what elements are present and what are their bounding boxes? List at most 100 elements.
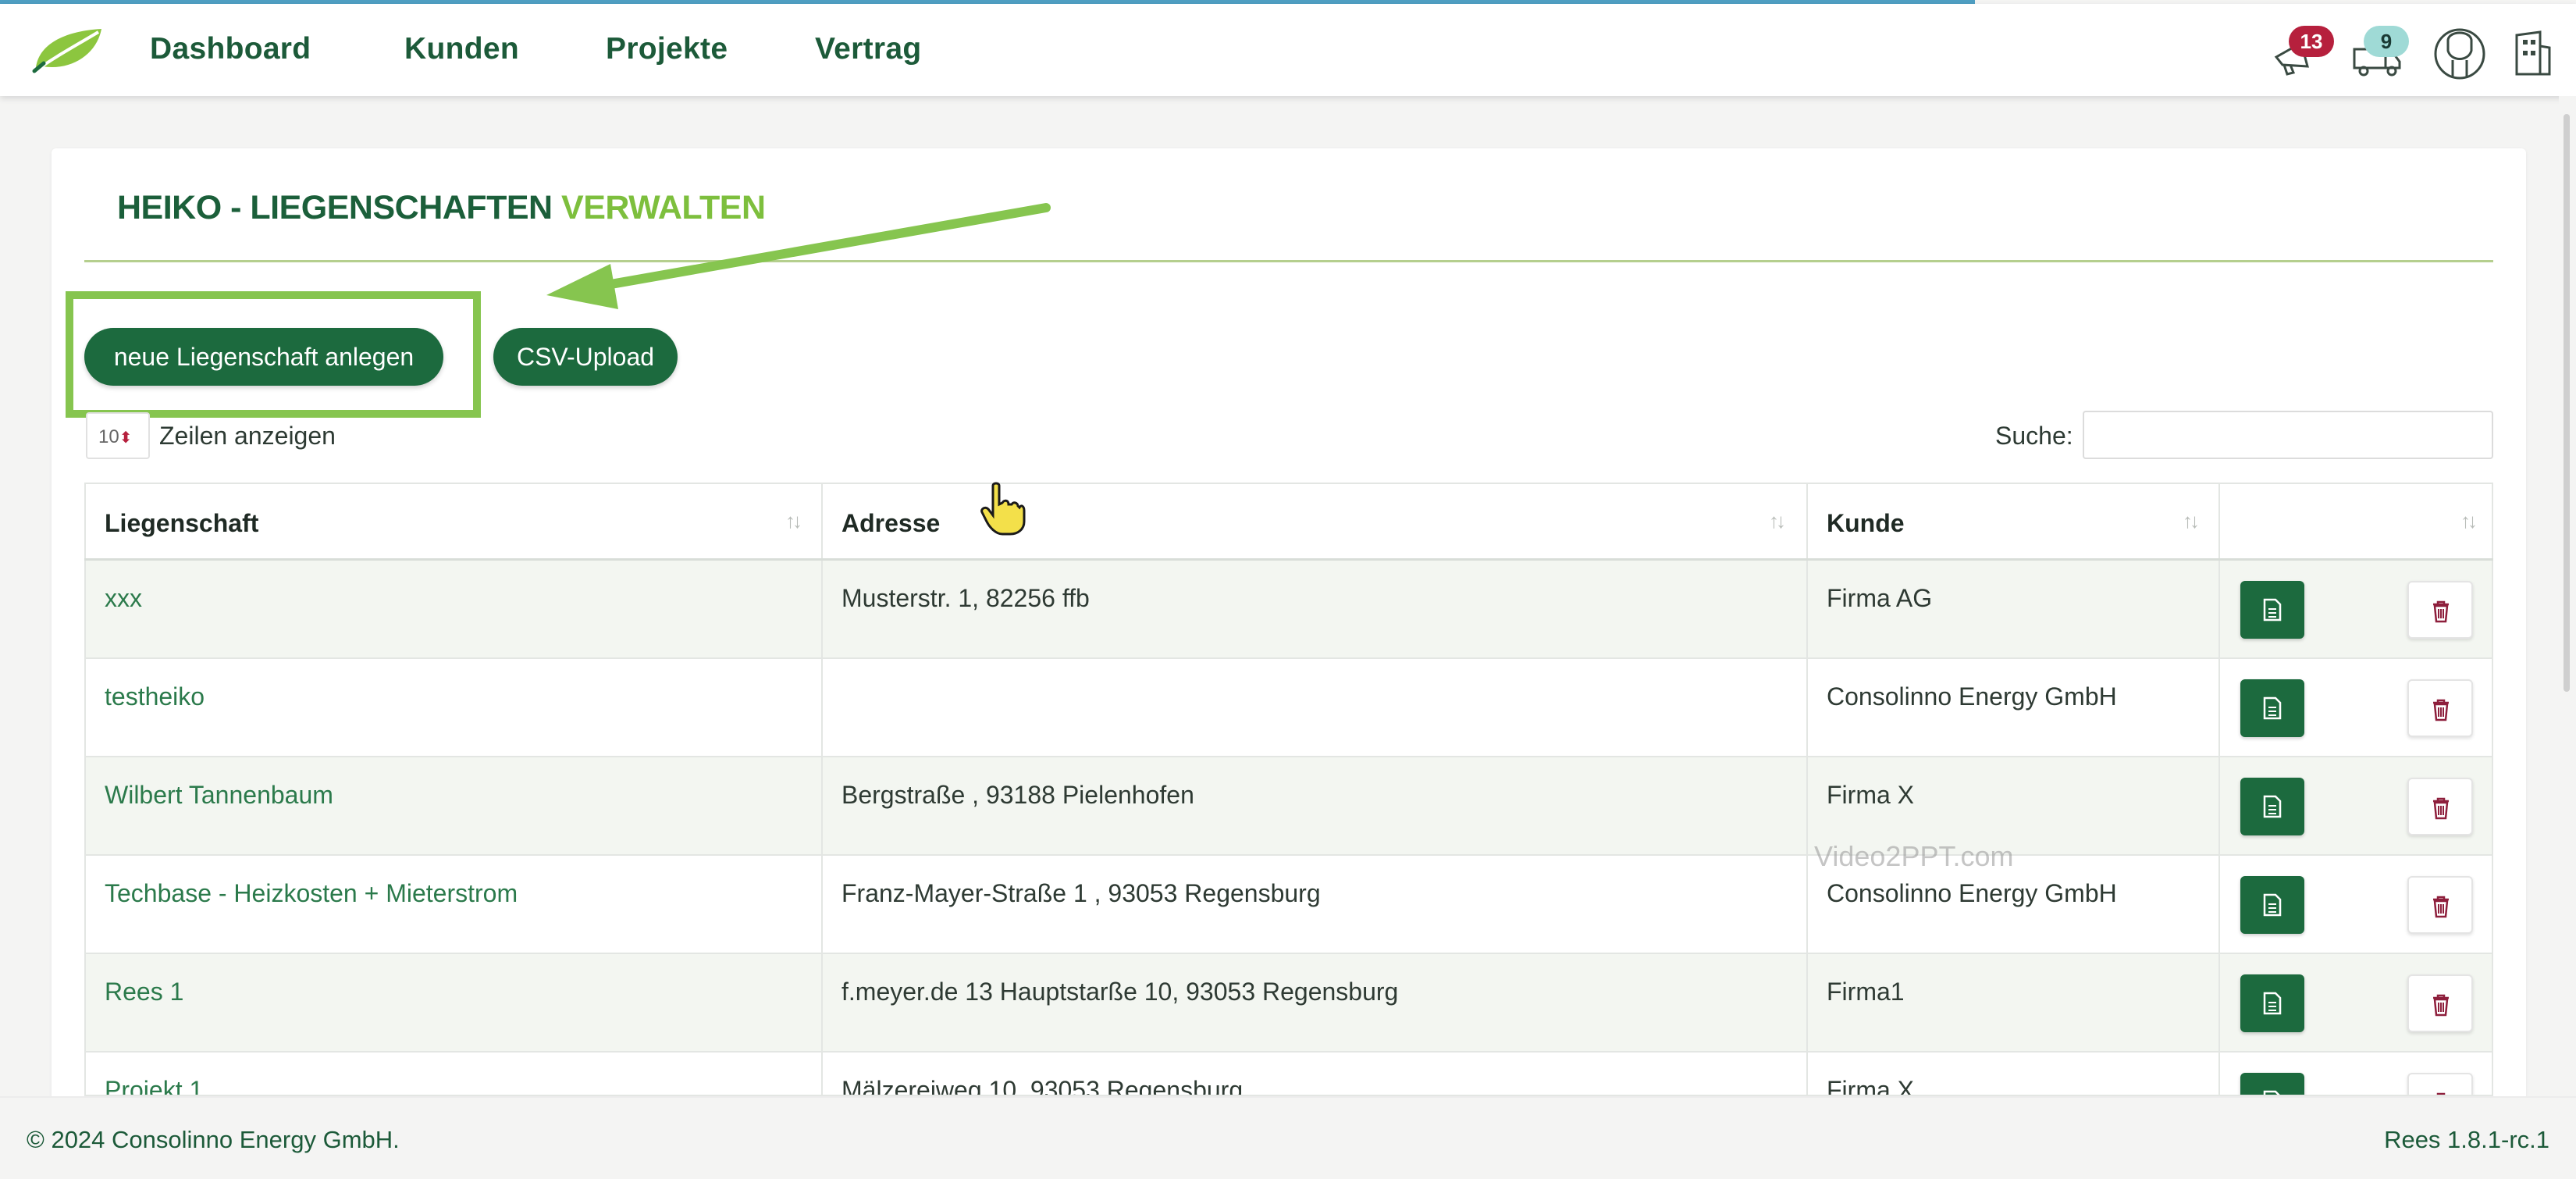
property-link[interactable]: Techbase - Heizkosten + Mieterstrom [105,879,518,908]
property-link[interactable]: Rees 1 [105,978,183,1006]
column-header-label: Adresse [841,509,941,537]
scrollbar-thumb[interactable] [2564,114,2570,692]
user-profile-button[interactable] [2432,26,2487,80]
cell-text: f.meyer.de 13 Hauptstarße 10, 93053 Rege… [841,978,1399,1006]
document-icon [2263,992,2282,1015]
cell-kunde: Firma X [1806,1053,2218,1095]
cell-adresse [821,659,1806,756]
column-header-kunde[interactable]: Kunde ↑↓ [1806,484,2218,558]
cell-liegenschaft: Wilbert Tannenbaum [84,757,821,854]
tasks-badge: 9 [2364,26,2409,57]
watermark: Video2PPT.com [1814,840,2014,872]
cell-text: Bergstraße , 93188 Pielenhofen [841,781,1194,809]
title-divider [84,260,2493,262]
cell-adresse: Mälzereiweg 10, 93053 Regensburg [821,1053,1806,1095]
copyright-text: © 2024 Consolinno Energy GmbH. [27,1126,400,1153]
property-link[interactable]: Projekt 1 [105,1076,203,1095]
trash-icon [2433,600,2449,623]
page-title-main: HEIKO - LIEGENSCHAFTEN [117,189,553,226]
column-header-adresse[interactable]: Adresse ↑↓ [821,484,1806,558]
trash-icon [2433,699,2449,721]
cell-liegenschaft: Techbase - Heizkosten + Mieterstrom [84,856,821,953]
cell-text: Consolinno Energy GmbH [1827,879,2117,907]
edit-property-button[interactable] [2240,581,2304,639]
cell-text: Firma X [1827,1076,1914,1096]
consolinno-leaf-logo[interactable] [31,26,105,74]
building-icon [2515,30,2551,76]
cell-adresse: Bergstraße , 93188 Pielenhofen [821,757,1806,854]
table-row: Projekt 1 Mälzereiweg 10, 93053 Regensbur… [84,1053,2493,1096]
property-link[interactable]: xxx [105,584,142,613]
cell-adresse: Musterstr. 1, 82256 ffb [821,561,1806,657]
page-title-accent: VERWALTEN [561,189,766,226]
delete-property-button[interactable] [2407,876,2473,934]
property-link[interactable]: testheiko [105,682,205,711]
delete-property-button[interactable] [2407,778,2473,835]
cell-kunde: Consolinno Energy GmbH [1806,659,2218,756]
sort-icon: ↑↓ [2460,509,2478,533]
nav-vertrag[interactable]: Vertrag [815,32,922,66]
column-header-label: Liegenschaft [105,509,259,537]
trash-icon [2433,896,2449,918]
document-icon [2263,1090,2280,1095]
column-header-actions[interactable]: ↑↓ [2218,484,2493,558]
cell-kunde: Firma1 [1806,954,2218,1051]
nav-dashboard[interactable]: Dashboard [150,32,311,66]
delete-property-button[interactable] [2407,679,2473,737]
sort-icon: ↑↓ [2183,509,2200,533]
nav-projekte[interactable]: Projekte [606,32,728,66]
cell-adresse: f.meyer.de 13 Hauptstarße 10, 93053 Rege… [821,954,1806,1051]
document-icon [2263,893,2282,917]
cell-adresse: Franz-Mayer-Straße 1 , 93053 Regensburg [821,856,1806,953]
trash-icon [2433,797,2449,820]
table-row: Wilbert Tannenbaum Bergstraße , 93188 Pie… [84,757,2493,856]
edit-property-button[interactable] [2240,1073,2304,1095]
edit-property-button[interactable] [2240,974,2304,1032]
version-text: Rees 1.8.1-rc.1 [2384,1126,2549,1153]
document-icon [2263,696,2282,720]
column-header-liegenschaft[interactable]: Liegenschaft ↑↓ [84,484,821,558]
delete-property-button[interactable] [2407,974,2473,1032]
tasks-button[interactable]: 9 [2350,26,2409,80]
delete-property-button[interactable] [2407,1073,2473,1095]
footer: © 2024 Consolinno Energy GmbH. Rees 1.8.… [0,1096,2576,1179]
notifications-badge: 13 [2289,26,2334,57]
search-input[interactable] [2083,411,2493,459]
sort-icon: ↑↓ [1769,509,1786,533]
edit-property-button[interactable] [2240,876,2304,934]
cell-text: Firma X [1827,781,1914,809]
delete-property-button[interactable] [2407,581,2473,639]
page-length-label: Zeilen anzeigen [159,422,336,450]
cell-text: Firma AG [1827,584,1933,612]
csv-upload-button[interactable]: CSV-Upload [493,328,678,386]
new-property-button[interactable]: neue Liegenschaft anlegen [84,328,443,386]
cell-kunde: Firma AG [1806,561,2218,657]
cell-liegenschaft: Projekt 1 [84,1053,821,1095]
nav-kunden[interactable]: Kunden [404,32,519,66]
sort-icon: ↑↓ [785,509,802,533]
table-row: xxx Musterstr. 1, 82256 ffb Firma AG [84,561,2493,659]
cell-text: Consolinno Energy GmbH [1827,682,2117,711]
table-row: testheiko Consolinno Energy GmbH [84,659,2493,757]
page-length-value: 10 [98,426,119,447]
page-title: HEIKO - LIEGENSCHAFTEN VERWALTEN [117,189,766,227]
cell-liegenschaft: testheiko [84,659,821,756]
edit-property-button[interactable] [2240,778,2304,835]
building-menu-button[interactable] [2509,26,2564,80]
column-header-label: Kunde [1827,509,1905,537]
property-link[interactable]: Wilbert Tannenbaum [105,781,333,810]
user-avatar-icon [2434,28,2485,80]
cell-text: Mälzereiweg 10, 93053 Regensburg [841,1076,1244,1096]
document-icon [2263,598,2282,622]
page-length-select[interactable]: 10⬍ [86,412,150,459]
document-icon [2263,795,2282,818]
cell-text: Firma1 [1827,978,1905,1006]
cell-liegenschaft: xxx [84,561,821,657]
hand-pointer-cursor [980,482,1026,536]
notifications-button[interactable]: 13 [2270,26,2334,80]
table-row: Techbase - Heizkosten + Mieterstrom Franz… [84,856,2493,954]
top-navigation: Dashboard Kunden Projekte Vertrag 13 9 [0,4,2576,96]
cell-text: Musterstr. 1, 82256 ffb [841,584,1090,612]
cell-liegenschaft: Rees 1 [84,954,821,1051]
edit-property-button[interactable] [2240,679,2304,737]
